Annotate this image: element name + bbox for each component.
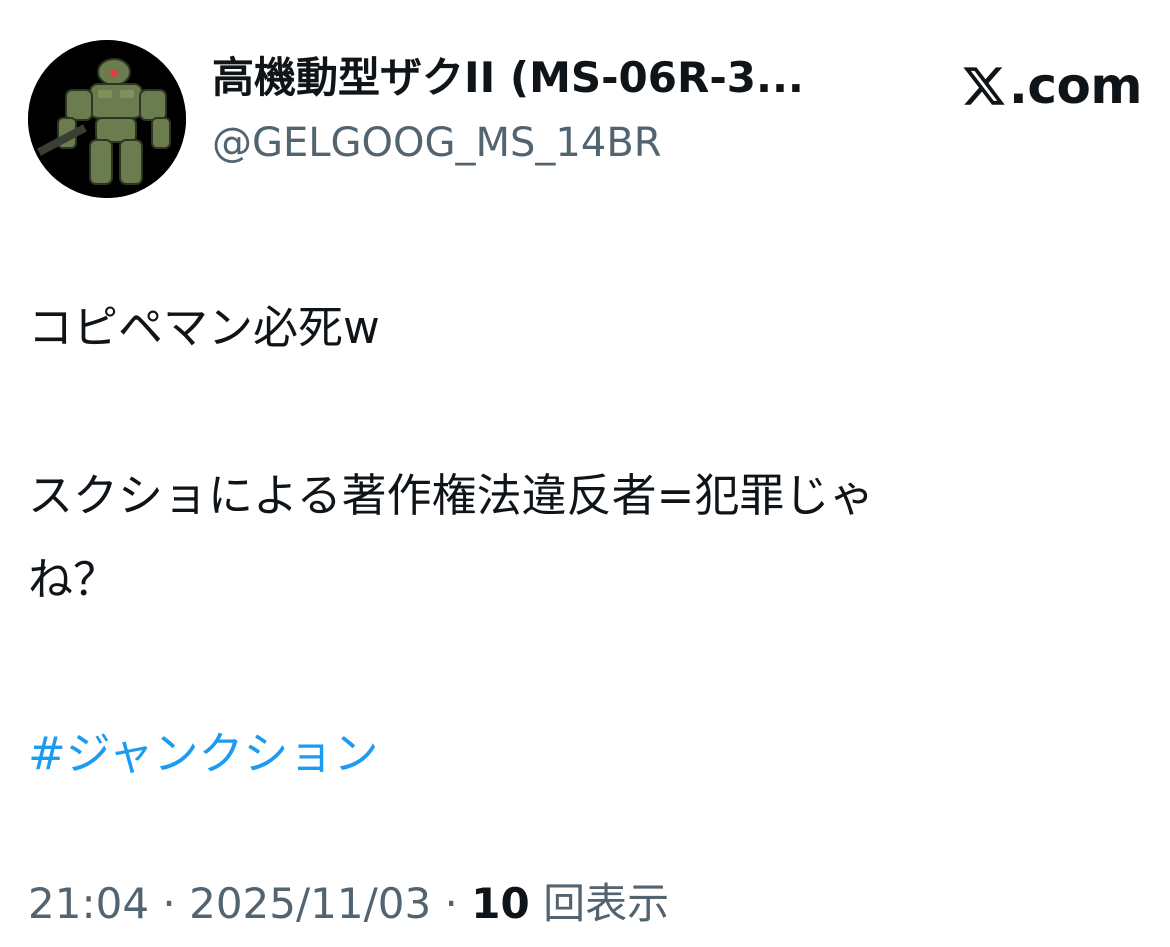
- tweet-date[interactable]: 2025/11/03: [189, 879, 431, 928]
- author-display-name[interactable]: 高機動型ザクII (MS-06R-3...: [212, 52, 912, 104]
- x-logo-icon: [963, 67, 1005, 105]
- brand-domain-text: .com: [1008, 57, 1143, 115]
- author-info: 高機動型ザクII (MS-06R-3... @GELGOOG_MS_14BR: [212, 52, 912, 168]
- tweet-meta: 21:04 · 2025/11/03 · 10 回表示: [28, 872, 669, 936]
- hashtag-link[interactable]: #ジャンクション: [28, 712, 378, 796]
- tweet-body: コピペマン必死w スクショによる著作権法違反者=犯罪じゃ ね？: [28, 286, 1138, 622]
- tweet-text-line: スクショによる著作権法違反者=犯罪じゃ: [28, 469, 875, 522]
- robot-avatar-icon[interactable]: [28, 40, 186, 198]
- tweet-text-line: ね？: [28, 553, 119, 606]
- meta-separator: ·: [431, 879, 472, 928]
- tweet-header: 高機動型ザクII (MS-06R-3... @GELGOOG_MS_14BR .…: [28, 40, 1143, 200]
- views-label: 回表示: [543, 879, 670, 928]
- views-count: 10: [471, 879, 530, 928]
- meta-separator: ·: [149, 879, 190, 928]
- author-handle[interactable]: @GELGOOG_MS_14BR: [212, 118, 912, 168]
- tweet-text-line: コピペマン必死w: [28, 301, 380, 354]
- tweet-time[interactable]: 21:04: [28, 879, 149, 928]
- x-brand: .com: [961, 57, 1143, 115]
